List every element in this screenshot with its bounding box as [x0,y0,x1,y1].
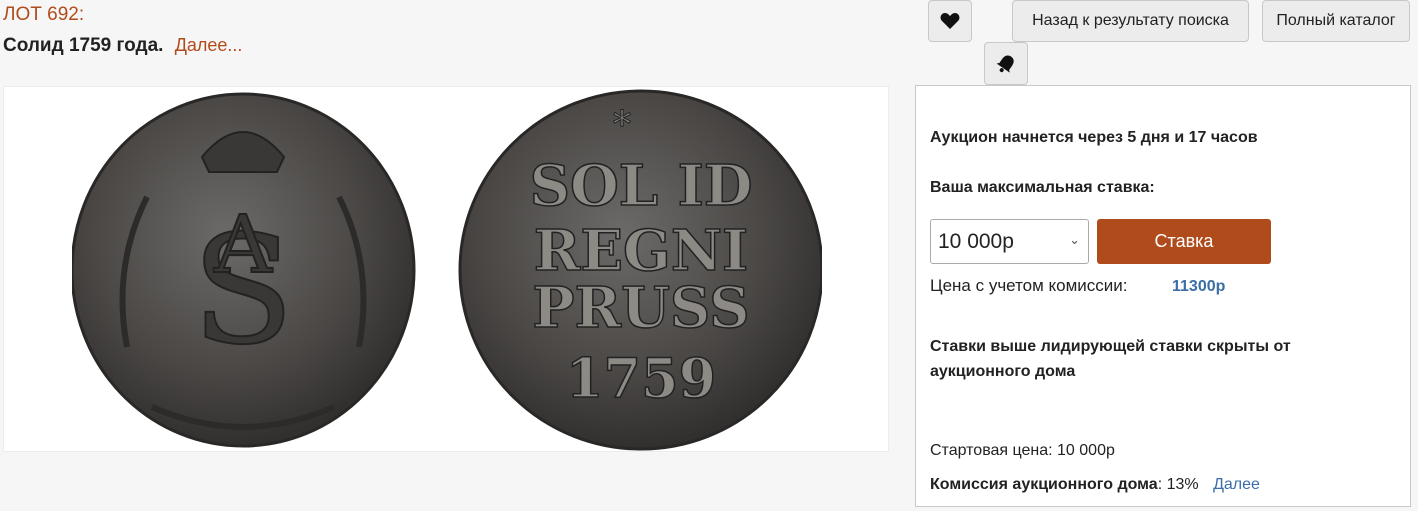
commission-value: : 13% [1157,476,1199,493]
coin-image-area[interactable]: S A * SOL ID REGNI PRUSS 1759 [3,86,889,452]
price-with-commission-value: 11300р [1172,278,1226,295]
bell-icon [996,54,1014,73]
svg-text:PRUSS: PRUSS [532,275,749,341]
hidden-bids-note: Ставки выше лидирующей ставки скрыты от … [930,338,1291,380]
more-link[interactable]: Далее... [175,35,243,55]
coin-obverse: S A [72,92,416,448]
bid-amount-value: 10 000р [938,229,1014,253]
place-bid-button[interactable]: Ставка [1097,219,1271,264]
lot-number: ЛОТ 692: [3,4,85,25]
price-with-commission-label: Цена с учетом комиссии: [930,276,1128,295]
start-price: Стартовая цена: 10 000р [930,442,1115,459]
notify-button[interactable] [984,42,1028,85]
svg-text:*: * [613,105,631,146]
svg-text:A: A [213,198,273,291]
commission-label: Комиссия аукционного дома [930,476,1158,493]
house-commission: Комиссия аукционного дома: 13% Далее [930,476,1260,494]
commission-more-link[interactable]: Далее [1213,476,1260,493]
auction-start-info: Аукцион начнется через 5 дня и 17 часов [930,129,1258,146]
svg-text:1759: 1759 [566,346,716,410]
svg-text:SOL ID: SOL ID [530,153,753,219]
coin-reverse: * SOL ID REGNI PRUSS 1759 [458,89,822,451]
lot-title: Солид 1759 года. [3,35,164,56]
bid-amount-select[interactable]: 10 000р ⌄ [930,219,1089,264]
heart-icon [940,13,960,29]
back-to-results-button[interactable]: Назад к результату поиска [1012,0,1249,42]
favorite-button[interactable] [928,0,972,42]
bid-panel: Аукцион начнется через 5 дня и 17 часов … [915,85,1411,507]
max-bid-label: Ваша максимальная ставка: [930,179,1155,196]
lot-subtitle: Солид 1759 года. Далее... [3,35,242,57]
full-catalog-button[interactable]: Полный каталог [1262,0,1410,42]
chevron-down-icon: ⌄ [1069,232,1080,247]
coin-photo[interactable]: S A * SOL ID REGNI PRUSS 1759 [72,87,822,453]
